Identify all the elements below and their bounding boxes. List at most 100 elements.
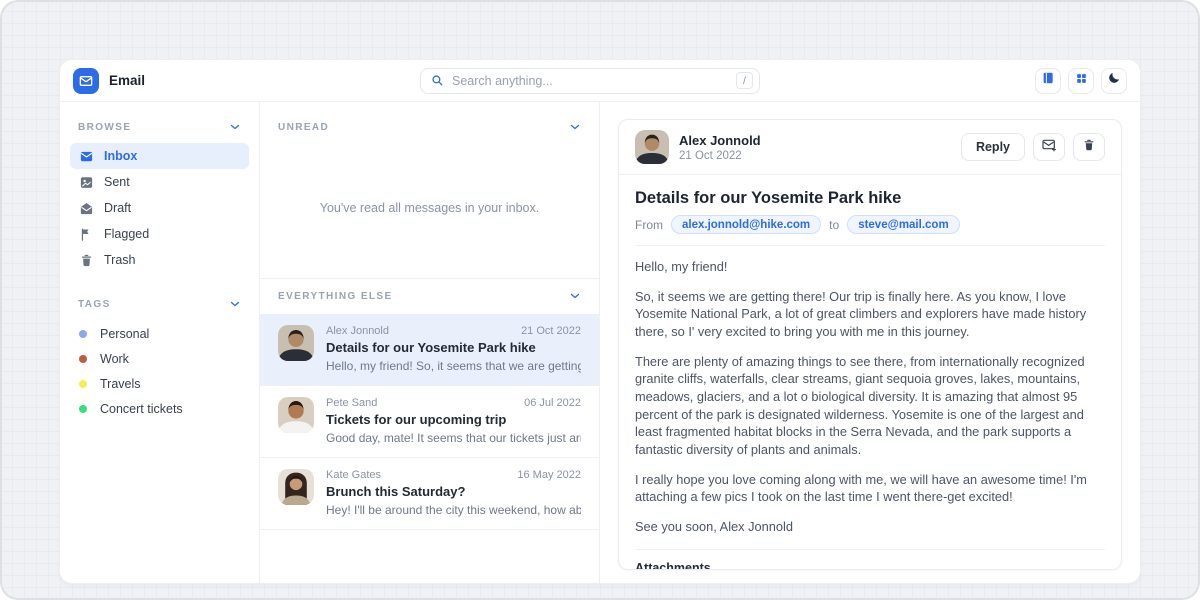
unread-label: UNREAD [278,122,329,133]
delete-button[interactable] [1073,133,1105,161]
detail-sender-name: Alex Jonnold [679,133,761,148]
mail-forward-icon [1041,137,1057,158]
from-label: From [635,218,663,232]
from-email-chip[interactable]: alex.jonnold@hike.com [671,215,821,234]
from-to-line: From alex.jonnold@hike.com to steve@mail… [635,215,1105,246]
email-date: 06 Jul 2022 [524,397,581,409]
app-title: Email [109,73,145,88]
email-list-item[interactable]: Alex Jonnold 21 Oct 2022 Details for our… [260,314,599,386]
tag-list: Personal Work Travels Concert ticke [60,321,259,421]
email-detail-card: Alex Jonnold 21 Oct 2022 Reply [618,119,1122,570]
tag-item-travels[interactable]: Travels [60,371,259,396]
grid-icon [1075,72,1088,90]
sidebar-item-label: Trash [104,253,136,267]
trash-icon [1082,138,1096,157]
email-summary: Alex Jonnold 21 Oct 2022 Details for our… [326,325,581,373]
email-app-window: Email / [60,60,1140,583]
address-book-button[interactable] [1035,68,1061,94]
header-center: / [145,68,1035,94]
draft-icon [79,201,94,216]
tag-label: Personal [100,327,149,341]
dark-mode-button[interactable] [1101,68,1127,94]
to-label: to [829,218,839,232]
sidebar-item-label: Flagged [104,227,149,241]
email-sender: Kate Gates [326,469,381,481]
sidebar-item-label: Inbox [104,149,137,163]
email-detail-panel: Alex Jonnold 21 Oct 2022 Reply [600,102,1140,583]
sidebar-item-label: Sent [104,175,130,189]
forward-button[interactable] [1033,133,1065,161]
avatar [278,397,314,433]
reply-button[interactable]: Reply [961,133,1025,161]
email-body: Hello, my friend! So, it seems we are ge… [635,258,1105,536]
sidebar-item-draft[interactable]: Draft [70,195,249,221]
search-icon [431,74,444,87]
sidebar-item-inbox[interactable]: Inbox [70,143,249,169]
browse-collapse-chevron-down-icon[interactable] [229,121,241,133]
everything-else-section-header: EVERYTHING ELSE [260,278,599,307]
sidebar-item-sent[interactable]: Sent [70,169,249,195]
mail-list-column: UNREAD You've read all messages in your … [260,102,600,583]
email-preview: Good day, mate! It seems that our ticket… [326,431,581,445]
trash-icon [79,253,94,268]
email-preview: Hello, my friend! So, it seems that we a… [326,359,581,373]
email-subject: Tickets for our upcoming trip [326,412,581,427]
inbox-icon [79,149,94,164]
body-paragraph: So, it seems we are getting there! Our t… [635,288,1105,341]
body-paragraph: Hello, my friend! [635,258,1105,276]
tag-label: Concert tickets [100,402,183,416]
sidebar-item-flagged[interactable]: Flagged [70,221,249,247]
desktop-background: Email / [0,0,1200,600]
email-sender: Pete Sand [326,397,377,409]
moon-icon [1107,71,1121,90]
tag-color-dot [79,380,87,388]
tags-collapse-chevron-down-icon[interactable] [229,298,241,310]
everything-else-label: EVERYTHING ELSE [278,291,393,302]
avatar [635,130,669,164]
tag-item-concert-tickets[interactable]: Concert tickets [60,396,259,421]
email-summary: Pete Sand 06 Jul 2022 Tickets for our up… [326,397,581,445]
tag-color-dot [79,355,87,363]
apps-grid-button[interactable] [1068,68,1094,94]
attachments-label: Attachments [635,561,1105,569]
sent-icon [79,175,94,190]
tags-label: TAGS [78,299,111,310]
search-input[interactable] [452,74,728,88]
search-shortcut-badge: / [736,72,753,89]
avatar [278,469,314,505]
tag-label: Work [100,352,129,366]
unread-section-header: UNREAD [260,116,599,138]
detail-subject: Details for our Yosemite Park hike [635,189,1105,208]
email-list: Alex Jonnold 21 Oct 2022 Details for our… [260,314,599,530]
email-sender: Alex Jonnold [326,325,389,337]
tag-item-personal[interactable]: Personal [60,321,259,346]
tag-color-dot [79,330,87,338]
app-body: BROWSE Inbox [60,102,1140,583]
avatar [278,325,314,361]
tag-item-work[interactable]: Work [60,346,259,371]
app-header: Email / [60,60,1140,102]
book-icon [1041,71,1055,90]
header-actions [1035,68,1127,94]
app-logo[interactable]: Email [73,68,145,94]
to-email-chip[interactable]: steve@mail.com [847,215,959,234]
email-list-item[interactable]: Pete Sand 06 Jul 2022 Tickets for our up… [260,386,599,458]
everything-else-collapse-chevron-down-icon[interactable] [569,290,581,302]
email-list-item[interactable]: Kate Gates 16 May 2022 Brunch this Satur… [260,458,599,530]
tag-label: Travels [100,377,141,391]
tags-section: TAGS Personal Work [60,293,259,421]
tag-color-dot [79,405,87,413]
search-bar: / [420,68,760,94]
sidebar-item-trash[interactable]: Trash [70,247,249,273]
tags-section-header: TAGS [60,293,259,315]
email-date: 16 May 2022 [517,469,581,481]
flag-icon [79,227,94,242]
detail-header: Alex Jonnold 21 Oct 2022 Reply [619,120,1121,175]
sidebar-item-label: Draft [104,201,131,215]
detail-content: Details for our Yosemite Park hike From … [619,175,1121,569]
email-summary: Kate Gates 16 May 2022 Brunch this Satur… [326,469,581,517]
body-paragraph: There are plenty of amazing things to se… [635,353,1105,459]
browse-section-header: BROWSE [60,116,259,138]
unread-collapse-chevron-down-icon[interactable] [569,121,581,133]
body-paragraph: I really hope you love coming along with… [635,471,1105,506]
